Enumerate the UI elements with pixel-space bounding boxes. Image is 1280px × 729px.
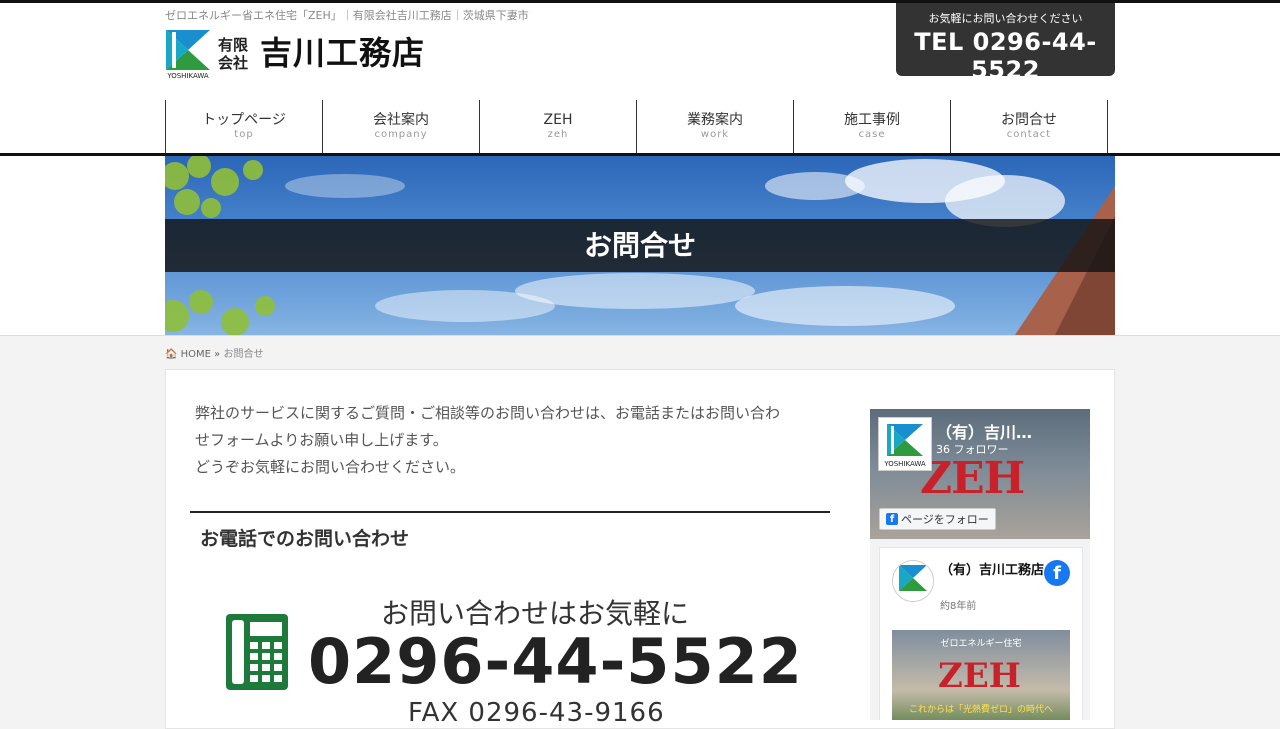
intro-line: せフォームよりお願い申し上げます。: [195, 431, 448, 449]
facebook-page-name[interactable]: （有）吉川…: [936, 419, 1032, 443]
nav-item-case[interactable]: 施工事例 case: [794, 100, 951, 153]
cover-zeh-text: ZEH: [920, 453, 1025, 504]
nav-item-zeh[interactable]: ZEH zeh: [480, 100, 637, 153]
nav-label: 施工事例: [844, 112, 900, 128]
breadcrumb-home[interactable]: HOME: [181, 349, 211, 360]
breadcrumb: 🏠 HOME » お問合せ: [165, 345, 263, 360]
post-image-zeh: ZEH: [938, 656, 1021, 696]
nav-label: 会社案内: [373, 112, 429, 128]
telephone-icon: [226, 614, 288, 690]
breadcrumb-current: お問合せ: [223, 349, 264, 360]
nav-item-contact[interactable]: お問合せ contact: [951, 100, 1108, 153]
post-image-subtitle: ゼロエネルギー住宅: [940, 639, 1022, 649]
intro-text: 弊社のサービスに関するご質問・ご相談等のお問い合わせは、お電話またはお問い合わ …: [195, 400, 825, 481]
nav-label: ZEH: [543, 112, 573, 128]
facebook-followers: 36 フォロワー: [936, 443, 1009, 456]
avatar-small-text: YOSHIKAWA: [883, 460, 926, 468]
nav-sublabel: work: [700, 129, 730, 140]
section-title-phone: お電話でのお問い合わせ: [200, 528, 410, 550]
logo-sub-bottom: 会社: [218, 54, 249, 72]
nav-label: トップページ: [202, 112, 286, 128]
section-divider: [190, 511, 830, 513]
nav-item-company[interactable]: 会社案内 company: [323, 100, 480, 153]
nav-sublabel: zeh: [547, 129, 569, 140]
fax-number: FAX 0296-43-9166: [408, 698, 665, 728]
nav-item-work[interactable]: 業務案内 work: [637, 100, 794, 153]
nav-item-top[interactable]: トップページ top: [166, 100, 323, 153]
nav-label: 業務案内: [687, 112, 743, 128]
logo-small-text: YOSHIKAWA: [166, 72, 209, 80]
nav-sublabel: top: [234, 129, 254, 140]
post-avatar[interactable]: [892, 560, 934, 602]
page-title: お問合せ: [583, 229, 696, 262]
home-icon[interactable]: 🏠: [165, 349, 177, 360]
facebook-follow-button[interactable]: f ページをフォロー: [879, 508, 996, 530]
facebook-page-widget: ZEH YOSHIKAWA （有）吉川… 36 フォロワー f ページをフォロー…: [870, 409, 1090, 720]
post-image[interactable]: ゼロエネルギー住宅 ZEH これからは「光熱費ゼロ」の時代へ: [892, 630, 1070, 720]
follow-label: ページをフォロー: [901, 513, 989, 526]
nav-label: お問合せ: [1001, 112, 1057, 128]
header-contact-box: お気軽にお問い合わせください TEL 0296-44-5522 受付時間 9:0…: [896, 3, 1115, 99]
nav-sublabel: case: [858, 129, 886, 140]
facebook-f-icon: f: [886, 513, 898, 525]
logo-sub-top: 有限: [218, 36, 249, 54]
main-nav: トップページ top 会社案内 company ZEH zeh 業務案内 wor…: [165, 100, 1116, 153]
nav-sublabel: company: [374, 129, 428, 140]
breadcrumb-separator: »: [214, 349, 221, 360]
intro-line: 弊社のサービスに関するご質問・ご相談等のお問い合わせは、お電話またはお問い合わ: [195, 404, 781, 422]
tel-hours: 受付時間 9:00 - 18:00 [ 土・日・祝日除く ]: [914, 89, 1097, 99]
site-tagline: ゼロエネルギー省エネ住宅「ZEH」｜有限会社吉川工務店｜茨城県下妻市: [165, 9, 529, 22]
logo-company-type: 有限 会社: [218, 36, 248, 72]
logo-company-name[interactable]: 吉川工務店: [260, 34, 425, 72]
post-time[interactable]: 約8年前: [940, 597, 976, 612]
tel-number[interactable]: TEL 0296-44-5522: [896, 28, 1115, 84]
facebook-page-avatar[interactable]: YOSHIKAWA: [878, 417, 932, 471]
hero-banner: お問合せ: [165, 156, 1115, 335]
post-author[interactable]: （有）吉川工務店: [940, 562, 1050, 579]
facebook-post: （有）吉川工務店 約8年前 f ゼロエネルギー住宅 ZEH これからは「光熱費ゼ…: [879, 547, 1083, 720]
company-logo-icon[interactable]: YOSHIKAWA: [166, 30, 210, 80]
intro-line: どうぞお気軽にお問い合わせください。: [195, 458, 466, 476]
post-image-caption: これからは「光熱費ゼロ」の時代へ: [908, 705, 1053, 715]
phone-number[interactable]: 0296-44-5522: [308, 626, 803, 698]
facebook-logo-icon[interactable]: f: [1044, 560, 1070, 586]
nav-sublabel: contact: [1006, 129, 1052, 140]
tel-lead: お気軽にお問い合わせください: [928, 12, 1083, 25]
